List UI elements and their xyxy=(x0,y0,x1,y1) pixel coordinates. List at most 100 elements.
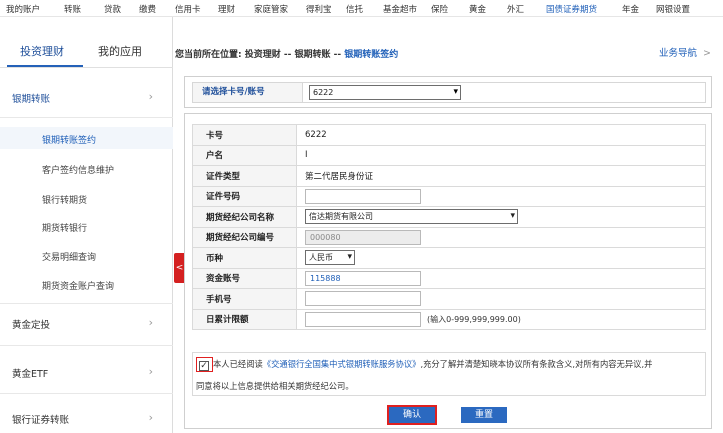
mobile-cell xyxy=(296,288,706,310)
agreement-text-b: ,充分了解并清楚知晓本协议所有条款含义,对所有内容无异议,并 xyxy=(420,359,653,369)
id-type-value: 第二代居民身份证 xyxy=(296,165,706,187)
divider xyxy=(0,393,173,394)
sidebar-group-label: 银期转账 xyxy=(12,94,51,105)
company-select[interactable]: 信达期货有限公司 ▾ xyxy=(305,209,518,225)
sidebar-item-sign[interactable]: 银期转账签约 xyxy=(42,133,96,146)
breadcrumb: 您当前所在位置: 投资理财 -- 银期转账 -- 银期转账签约 xyxy=(175,47,398,60)
nav-item-payment[interactable]: 缴费 xyxy=(139,3,156,15)
sidebar-group-gold-invest[interactable]: 黄金定投 › xyxy=(0,305,173,343)
sidebar-item-bank-to-futures[interactable]: 银行转期货 xyxy=(42,193,87,206)
company-select-value: 信达期货有限公司 xyxy=(309,212,373,222)
table-row: 卡号 6222 xyxy=(192,124,706,146)
table-row: 日累计限额 (输入0-999,999,999.00) xyxy=(192,308,706,330)
nav-item-my-account[interactable]: 我的账户 xyxy=(6,3,40,15)
id-number-input[interactable] xyxy=(305,188,421,204)
divider xyxy=(0,303,173,304)
company-name-label: 期货经纪公司名称 xyxy=(192,206,297,228)
agreement-checkbox-highlight: ✓ xyxy=(196,357,213,372)
agreement-box: ✓ 本人已经阅读《交通银行全国集中式银期转账服务协议》,充分了解并清楚知晓本协议所… xyxy=(192,352,706,396)
chevron-down-icon: ▾ xyxy=(347,252,352,263)
account-name-label: 户名 xyxy=(192,144,297,166)
company-no-input: 000080 xyxy=(305,229,421,245)
chevron-right-icon: › xyxy=(148,90,153,103)
nav-item-delibao[interactable]: 得利宝 xyxy=(306,3,332,15)
card-select-dropdown[interactable]: 6222 ▾ xyxy=(309,85,461,100)
chevron-right-icon: > xyxy=(703,48,711,59)
agreement-checkbox[interactable]: ✓ xyxy=(199,361,209,371)
nav-item-wealth[interactable]: 理财 xyxy=(218,3,235,15)
chevron-down-icon: ▾ xyxy=(453,87,458,97)
business-guide-link[interactable]: 业务导航 > xyxy=(659,45,711,59)
sidebar-group-gold-etf[interactable]: 黄金ETF › xyxy=(0,354,173,392)
divider xyxy=(0,345,173,346)
tab-my-apps[interactable]: 我的应用 xyxy=(98,43,142,59)
nav-item-annuity[interactable]: 年金 xyxy=(622,3,639,15)
nav-item-credit-card[interactable]: 信用卡 xyxy=(175,3,201,15)
top-nav: 我的账户 转账 贷款 缴费 信用卡 理财 家庭管家 得利宝 信托 基金超市 保险… xyxy=(0,0,723,17)
daily-limit-input[interactable] xyxy=(305,311,421,327)
nav-item-family[interactable]: 家庭管家 xyxy=(254,3,288,15)
table-row: 证件号码 xyxy=(192,185,706,207)
card-select-panel: 请选择卡号/账号 6222 ▾ xyxy=(184,76,712,108)
confirm-button[interactable]: 确认 xyxy=(387,405,437,425)
sidebar-item-maintain[interactable]: 客户签约信息维护 xyxy=(42,163,114,176)
id-type-label: 证件类型 xyxy=(192,165,297,187)
agreement-text-a: 本人已经阅读 xyxy=(213,359,263,369)
sidebar-group-bank-securities[interactable]: 银行证券转账 › xyxy=(0,400,173,433)
nav-item-bonds-futures[interactable]: 国债证券期货 xyxy=(546,3,597,15)
company-no-cell: 000080 xyxy=(296,226,706,248)
agreement-text-c: 同意将以上信息提供给相关期货经纪公司。 xyxy=(196,381,354,391)
reset-button[interactable]: 重置 xyxy=(461,407,507,423)
nav-item-fund[interactable]: 基金超市 xyxy=(383,3,417,15)
currency-label: 币种 xyxy=(192,247,297,269)
card-select-cell: 6222 ▾ xyxy=(303,83,705,102)
fund-account-input[interactable]: 115888 xyxy=(305,270,421,286)
fund-account-cell: 115888 xyxy=(296,267,706,289)
sidebar-item-transactions[interactable]: 交易明细查询 xyxy=(42,250,96,263)
breadcrumb-current: 银期转账签约 xyxy=(344,50,399,60)
divider xyxy=(0,117,173,118)
card-no-value: 6222 xyxy=(296,124,706,146)
sidebar-item-fund-account[interactable]: 期货资金账户查询 xyxy=(42,279,114,292)
nav-item-transfer[interactable]: 转账 xyxy=(64,3,81,15)
sign-form-table: 卡号 6222 户名 I 证件类型 第二代居民身份证 证件号码 期货经纪公司名称… xyxy=(192,124,706,330)
daily-limit-hint: (输入0-999,999,999.00) xyxy=(427,314,521,324)
nav-item-settings[interactable]: 网银设置 xyxy=(656,3,690,15)
daily-limit-label: 日累计限额 xyxy=(192,308,297,330)
account-name-value: I xyxy=(296,144,706,166)
id-number-cell xyxy=(296,185,706,207)
nav-item-trust[interactable]: 信托 xyxy=(346,3,363,15)
company-name-cell: 信达期货有限公司 ▾ xyxy=(296,206,706,228)
currency-select[interactable]: 人民币 ▾ xyxy=(305,250,355,266)
sidebar-group-label: 银行证券转账 xyxy=(12,415,70,426)
mobile-label: 手机号 xyxy=(192,288,297,310)
table-row: 币种 人民币 ▾ xyxy=(192,247,706,269)
id-number-label: 证件号码 xyxy=(192,185,297,207)
table-row: 证件类型 第二代居民身份证 xyxy=(192,165,706,187)
card-select-label: 请选择卡号/账号 xyxy=(193,83,303,102)
nav-item-gold[interactable]: 黄金 xyxy=(469,3,486,15)
sidebar: 投资理财 我的应用 银期转账 › 银期转账签约 客户签约信息维护 银行转期货 期… xyxy=(0,17,173,433)
chevron-right-icon: › xyxy=(148,411,153,424)
table-row: 手机号 xyxy=(192,288,706,310)
main-content: 您当前所在位置: 投资理财 -- 银期转账 -- 银期转账签约 业务导航 > 请选… xyxy=(175,17,723,433)
breadcrumb-path: 您当前所在位置: 投资理财 -- 银期转账 -- xyxy=(175,50,345,60)
card-select-row: 请选择卡号/账号 6222 ▾ xyxy=(192,82,706,103)
currency-select-value: 人民币 xyxy=(309,253,333,263)
sidebar-item-futures-to-bank[interactable]: 期货转银行 xyxy=(42,221,87,234)
mobile-input[interactable] xyxy=(305,291,421,307)
nav-item-loan[interactable]: 贷款 xyxy=(104,3,121,15)
agreement-link[interactable]: 《交通银行全国集中式银期转账服务协议》 xyxy=(263,359,421,369)
business-guide-label: 业务导航 xyxy=(659,48,698,59)
nav-item-forex[interactable]: 外汇 xyxy=(507,3,524,15)
button-bar: 确认 重置 xyxy=(185,405,713,426)
sidebar-group-bank-futures[interactable]: 银期转账 › xyxy=(0,79,173,117)
sidebar-group-label: 黄金定投 xyxy=(12,320,51,331)
nav-item-insurance[interactable]: 保险 xyxy=(431,3,448,15)
chevron-right-icon: › xyxy=(148,316,153,329)
daily-limit-cell: (输入0-999,999,999.00) xyxy=(296,308,706,330)
currency-cell: 人民币 ▾ xyxy=(296,247,706,269)
tab-investment[interactable]: 投资理财 xyxy=(20,43,64,59)
table-row: 户名 I xyxy=(192,144,706,166)
table-row: 期货经纪公司编号 000080 xyxy=(192,226,706,248)
